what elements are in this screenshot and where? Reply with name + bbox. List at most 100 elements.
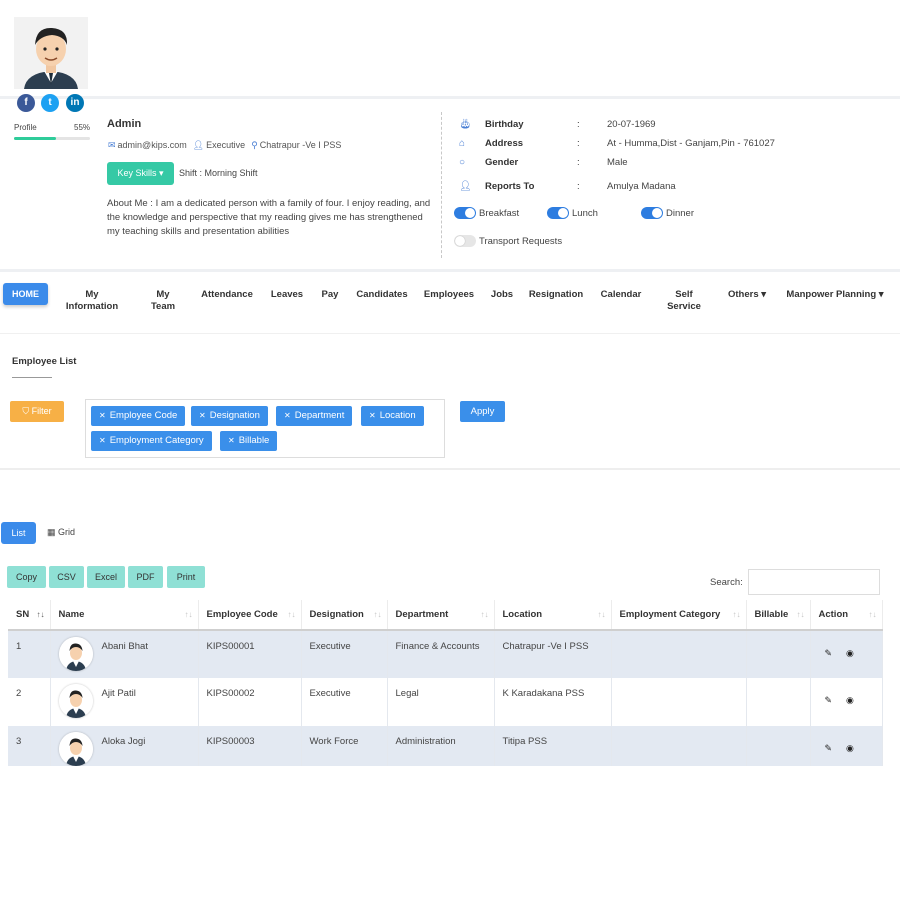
col-location[interactable]: Location ↑↓ xyxy=(494,600,612,631)
sort-icon: ↑↓ xyxy=(373,610,382,619)
excel-button[interactable]: Excel xyxy=(87,566,125,588)
col-employee-code[interactable]: Employee Code ↑↓ xyxy=(198,600,302,631)
table-row[interactable]: 3 Aloka Jogi KIPS00003 Work Force Admini… xyxy=(8,726,883,766)
profile-divider xyxy=(441,112,442,258)
print-button[interactable]: Print xyxy=(167,566,205,588)
nav-resignation[interactable]: Resignation xyxy=(525,289,587,301)
chip-employment-category[interactable]: ✕ Employment Category xyxy=(91,431,212,451)
sort-icon: ↑↓ xyxy=(287,610,296,619)
nav-my-team[interactable]: My Team xyxy=(140,289,186,313)
col-name[interactable]: Name ↑↓ xyxy=(50,600,199,631)
employee-avatar xyxy=(58,637,93,671)
cell-category xyxy=(611,630,747,678)
cell-designation: Executive xyxy=(301,678,388,726)
chip-location[interactable]: ✕ Location xyxy=(361,406,424,426)
col-billable[interactable]: Billable ↑↓ xyxy=(746,600,811,631)
view-icon[interactable]: ◉ xyxy=(846,743,854,754)
chip-billable[interactable]: ✕ Billable xyxy=(220,431,278,451)
nav-pay[interactable]: Pay xyxy=(316,289,344,301)
cell-billable xyxy=(746,630,811,678)
email[interactable]: ✉ admin@kips.com xyxy=(108,140,187,151)
csv-button[interactable]: CSV xyxy=(49,566,84,588)
about-me: About Me : I am a dedicated person with … xyxy=(107,198,431,237)
list-view-button[interactable]: List xyxy=(1,522,36,544)
search-input[interactable] xyxy=(748,569,880,595)
cell-code: KIPS00001 xyxy=(198,630,302,678)
dinner-toggle[interactable]: Dinner xyxy=(641,207,694,219)
user-meta: ✉ admin@kips.com 👤︎ Executive ⚲ Chatrapur -… xyxy=(108,140,341,151)
view-icon[interactable]: ◉ xyxy=(846,695,854,706)
cell-location: Chatrapur -Ve I PSS xyxy=(494,630,612,678)
nav-employees[interactable]: Employees xyxy=(420,289,478,301)
view-icon[interactable]: ◉ xyxy=(846,648,854,659)
remove-icon[interactable]: ✕ xyxy=(99,411,106,420)
edit-icon[interactable]: ✎ xyxy=(825,648,833,659)
table-row[interactable]: 2 Ajit Patil KIPS00002 Executive Legal K… xyxy=(8,678,883,726)
edit-icon[interactable]: ✎ xyxy=(825,695,833,706)
nav-self-service[interactable]: Self Service xyxy=(660,289,708,313)
cell-location: Titipa PSS xyxy=(494,726,612,766)
nav-jobs[interactable]: Jobs xyxy=(488,289,516,301)
cell-category xyxy=(611,726,747,766)
facebook-icon[interactable]: f xyxy=(17,94,35,112)
table-row[interactable]: 1 Abani Bhat KIPS00001 Executive Finance… xyxy=(8,630,883,678)
transport-switch[interactable] xyxy=(454,235,476,247)
employee-table: SN ↑↓ Name ↑↓ Employee Code ↑↓ Designation ↑… xyxy=(8,600,883,766)
profile-avatar[interactable] xyxy=(14,17,88,89)
chip-designation[interactable]: ✕ Designation xyxy=(191,406,268,426)
location-pin-icon: ⚲ xyxy=(251,140,258,150)
dinner-switch[interactable] xyxy=(641,207,663,219)
sort-icon: ↑↓ xyxy=(597,610,606,619)
sort-icon: ↑↓ xyxy=(184,610,193,619)
nav-home[interactable]: HOME xyxy=(3,283,48,305)
cake-icon: 🎂︎ xyxy=(459,119,472,130)
remove-icon[interactable]: ✕ xyxy=(228,436,235,445)
chip-department[interactable]: ✕ Department xyxy=(276,406,353,426)
col-department[interactable]: Department ↑↓ xyxy=(387,600,495,631)
cell-department: Finance & Accounts xyxy=(387,630,495,678)
breakfast-switch[interactable] xyxy=(454,207,476,219)
edit-icon[interactable]: ✎ xyxy=(825,743,833,754)
cell-designation: Executive xyxy=(301,630,388,678)
employee-avatar xyxy=(58,684,93,718)
nav-candidates[interactable]: Candidates xyxy=(351,289,413,301)
nav-manpower-planning[interactable]: Manpower Planning ▾ xyxy=(783,289,887,301)
grid-view-button[interactable]: ▦ Grid xyxy=(47,527,75,538)
linkedin-icon[interactable]: in xyxy=(66,94,84,112)
filter-icon: ⛉ xyxy=(22,406,30,416)
lunch-switch[interactable] xyxy=(547,207,569,219)
lunch-toggle[interactable]: Lunch xyxy=(547,207,598,219)
mail-icon: ✉ xyxy=(108,140,116,150)
col-employment-category[interactable]: Employment Category ↑↓ xyxy=(611,600,747,631)
copy-button[interactable]: Copy xyxy=(7,566,46,588)
sort-icon: ↑↓ xyxy=(732,610,741,619)
nav-leaves[interactable]: Leaves xyxy=(266,289,308,301)
twitter-icon[interactable]: t xyxy=(41,94,59,112)
col-designation[interactable]: Designation ↑↓ xyxy=(301,600,388,631)
key-skills-button[interactable]: Key Skills ▾ xyxy=(107,162,174,185)
nav-attendance[interactable]: Attendance xyxy=(197,289,257,301)
cell-name: Ajit Patil xyxy=(50,678,199,726)
filter-button[interactable]: ⛉ Filter xyxy=(10,401,64,422)
breakfast-toggle[interactable]: Breakfast xyxy=(454,207,519,219)
apply-button[interactable]: Apply xyxy=(460,401,505,422)
detail-gender: ○ Gender : Male xyxy=(459,157,628,168)
cell-code: KIPS00002 xyxy=(198,678,302,726)
table-header-row: SN ↑↓ Name ↑↓ Employee Code ↑↓ Designation ↑… xyxy=(8,600,883,631)
chip-employee-code[interactable]: ✕ Employee Code xyxy=(91,406,186,426)
remove-icon[interactable]: ✕ xyxy=(199,411,206,420)
nav-calendar[interactable]: Calendar xyxy=(596,289,646,301)
col-sn[interactable]: SN ↑↓ xyxy=(8,600,51,631)
section-divider xyxy=(0,468,900,470)
transport-toggle[interactable]: Transport Requests xyxy=(454,235,562,247)
user-icon: 👤︎ xyxy=(192,140,205,150)
pdf-button[interactable]: PDF xyxy=(128,566,163,588)
remove-icon[interactable]: ✕ xyxy=(284,411,291,420)
cell-department: Legal xyxy=(387,678,495,726)
remove-icon[interactable]: ✕ xyxy=(99,436,106,445)
profile-progress-bar xyxy=(14,137,90,140)
remove-icon[interactable]: ✕ xyxy=(369,411,376,420)
nav-others[interactable]: Others ▾ xyxy=(724,289,770,301)
nav-my-information[interactable]: My Information xyxy=(60,289,124,313)
cell-location: K Karadakana PSS xyxy=(494,678,612,726)
